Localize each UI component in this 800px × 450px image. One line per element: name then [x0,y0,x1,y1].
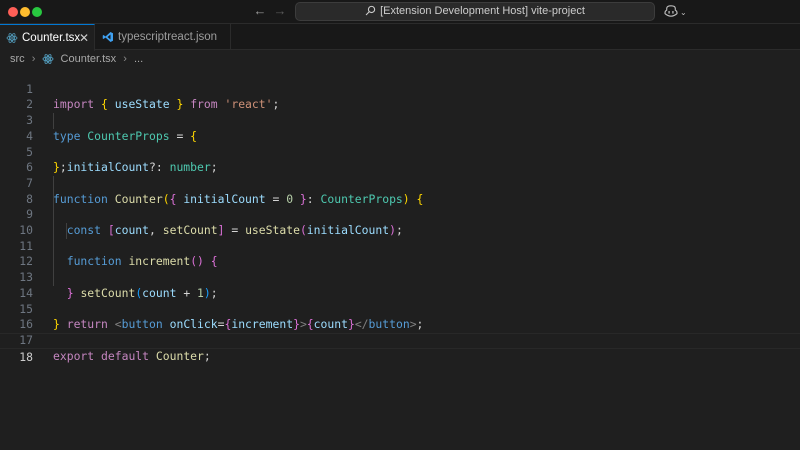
search-icon [365,5,376,16]
line-number: 18 [19,349,33,364]
breadcrumb-folder[interactable]: src [10,52,25,66]
close-window-button[interactable] [8,7,18,17]
code-line: 3 type CounterProps = { [0,97,800,143]
code-line: 9 [0,191,800,221]
breadcrumb: src › Counter.tsx › ... [10,52,143,66]
tab-label: typescriptreact.json [118,31,218,43]
chevron-right-icon: › [31,53,36,65]
line-code: export default Counter; [53,348,211,363]
code-line-current: 18 [0,332,800,364]
indent-guide [66,223,67,239]
vscode-icon [102,32,113,42]
tab-counter-tsx[interactable]: Counter.tsx ✕ [0,24,95,51]
tab-typescriptreact-json[interactable]: typescriptreact.json [96,24,231,50]
copilot-menu-button[interactable]: ⌄ [664,4,690,20]
breadcrumb-more[interactable]: ... [134,52,143,66]
title-bar: ← → [Extension Development Host] vite-pr… [0,0,800,24]
code-line: 12 } [0,238,800,300]
command-center-label: [Extension Development Host] vite-projec… [380,5,585,17]
indent-guide [53,207,54,223]
editor-tab-bar: Counter.tsx ✕ typescriptreact.json [0,24,800,51]
indent-guide [53,254,54,271]
forward-arrow-icon[interactable]: → [272,3,288,19]
maximize-window-button[interactable] [32,7,42,17]
command-center-search[interactable]: [Extension Development Host] vite-projec… [295,2,655,21]
react-icon [6,33,18,43]
code-line: 8 const [count, setCount] = useState(ini… [0,175,800,237]
code-line: 14 return <button onClick={increment}>{c… [0,270,800,331]
react-icon [43,54,54,64]
code-line: 4 initialCount?: number; [0,113,800,174]
code-line: 11 setCount(count + 1); [0,223,800,300]
code-line: 17 export default Counter; [0,317,800,363]
code-line: 10 function increment() { [0,207,800,268]
indent-guide [53,175,54,192]
copilot-icon [664,5,678,17]
minimize-window-button[interactable] [20,7,30,17]
indent-guide [53,191,54,208]
code-line: 15 } [0,286,800,332]
indent-guide [53,238,54,255]
chevron-right-icon: › [123,53,127,65]
indent-guide [53,223,54,239]
code-line: 13 [0,254,800,284]
code-editor[interactable]: 1 import { useState } from 'react'; 2 3 … [0,66,800,450]
code-line: 2 [0,82,800,111]
back-arrow-icon[interactable]: ← [252,3,268,19]
chevron-down-icon: ⌄ [680,8,687,17]
code-line: 5 }; [0,129,800,175]
breadcrumb-file[interactable]: Counter.tsx [61,52,117,66]
close-tab-icon[interactable]: ✕ [79,25,89,51]
code-line: 1 import { useState } from 'react'; [0,66,800,112]
tab-label: Counter.tsx [22,32,81,44]
code-line: 7 function Counter({ initialCount = 0 }:… [0,160,800,206]
code-line: 16 [0,302,800,331]
code-line: 6 [0,145,800,174]
indent-guide [53,113,54,129]
indent-guide [53,270,54,286]
